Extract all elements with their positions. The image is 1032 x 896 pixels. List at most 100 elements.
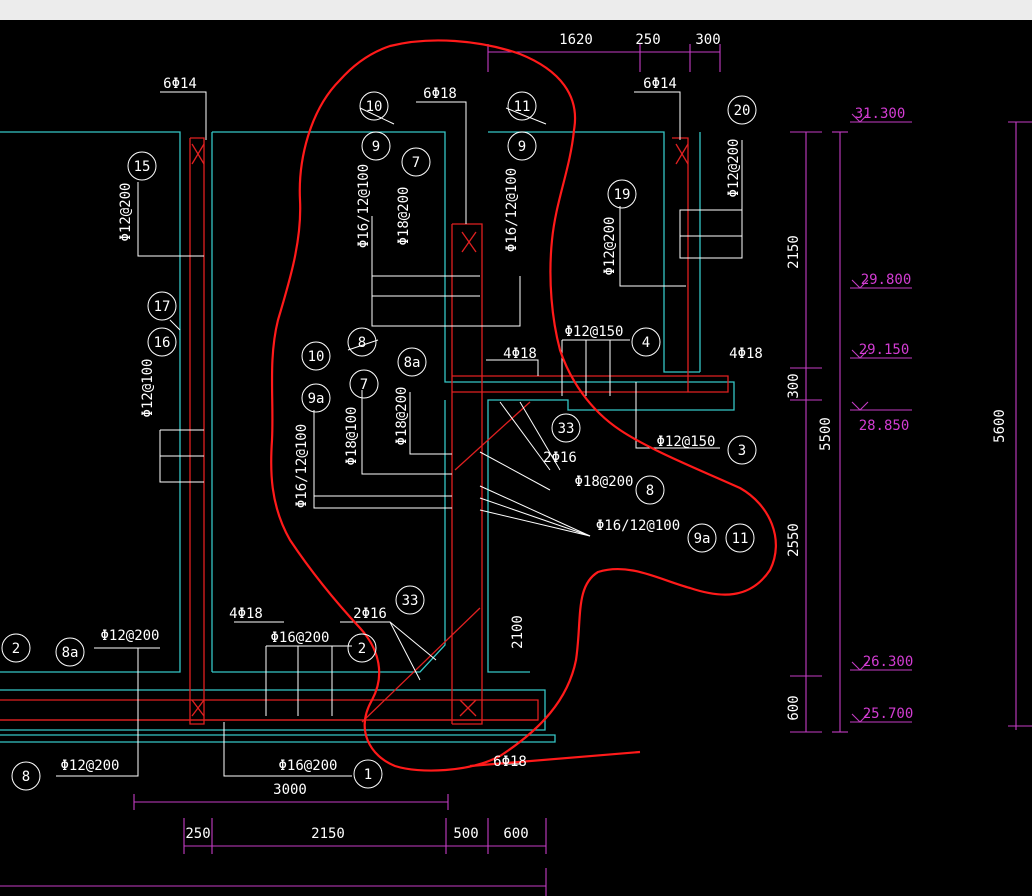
leader	[160, 91, 207, 140]
rebar-note-18: 2Φ16	[543, 450, 577, 466]
leader	[479, 451, 551, 491]
rebar-note-25: Φ12@200	[60, 758, 119, 774]
rebar-note-27: 6Φ18	[493, 754, 527, 770]
dim-bottom-2150: 2150	[311, 826, 345, 842]
dim-5500-label: 5500	[818, 417, 834, 451]
detail-bubble-6: 7	[412, 155, 420, 171]
dim-3000-label: 3000	[273, 782, 307, 798]
detail-bubble-10: 19	[614, 187, 631, 203]
detail-bubble-8: 9	[518, 139, 526, 155]
rebar-note-11: 4Φ18	[503, 346, 537, 362]
elevation-29.150: 29.150	[859, 342, 910, 358]
detail-bubble-17: 33	[558, 421, 575, 437]
detail-bubble-20: 9a	[694, 531, 711, 547]
rebar-note-16: Φ18@100	[344, 406, 360, 465]
rebar-note-9: Φ12@200	[602, 216, 618, 275]
rebar-note-8: Φ16/12@100	[504, 168, 520, 252]
rebar-note-21: Φ12@200	[100, 628, 159, 644]
dim-top-250: 250	[635, 32, 660, 48]
rebar-note-12: Φ12@150	[564, 324, 623, 340]
rebar-note-1: 6Φ14	[163, 76, 197, 92]
leader	[486, 359, 539, 376]
dim-right-600: 600	[786, 695, 802, 720]
rebar-note-22: 4Φ18	[229, 606, 263, 622]
leader	[416, 101, 467, 224]
rebar-note-17: Φ18@200	[394, 386, 410, 445]
detail-bubble-24: 8a	[62, 645, 79, 661]
detail-bubble-3: 16	[154, 335, 171, 351]
rebar-note-3: 6Φ14	[643, 76, 677, 92]
detail-bubble-25: 2	[12, 641, 20, 657]
detail-bubble-9: 20	[734, 103, 751, 119]
base-slab-bottom	[0, 734, 556, 743]
leader	[409, 392, 452, 455]
window-top-bar	[0, 0, 1032, 20]
elevation-28.850: 28.850	[859, 418, 910, 434]
elevation-31.300: 31.300	[855, 106, 906, 122]
elevation-26.300: 26.300	[863, 654, 914, 670]
elevation-triangle	[851, 401, 869, 411]
rebar-note-19: Φ18@200	[574, 474, 633, 490]
dim-2100-label: 2100	[510, 615, 526, 649]
rebar-note-24: 2Φ16	[353, 606, 387, 622]
detail-bubble-2: 17	[154, 299, 171, 315]
detail-bubble-5: 9	[372, 139, 380, 155]
detail-bubble-12: 9a	[308, 391, 325, 407]
rebar-base-top	[0, 699, 539, 721]
slab-outline	[212, 131, 735, 430]
dim-bottom-500: 500	[453, 826, 478, 842]
dim-right-300: 300	[786, 373, 802, 398]
dim-5600-label: 5600	[992, 409, 1008, 443]
detail-bubble-16: 4	[642, 335, 650, 351]
leader	[137, 182, 204, 257]
detail-bubble-27: 1	[364, 767, 372, 783]
detail-bubble-18: 3	[738, 443, 746, 459]
dim-right-2150: 2150	[786, 235, 802, 269]
leader	[479, 509, 591, 537]
leader	[479, 485, 591, 537]
elevation-29.800: 29.800	[861, 272, 912, 288]
detail-bubble-23: 2	[358, 641, 366, 657]
rebar-note-26: Φ16@200	[278, 758, 337, 774]
detail-bubble-15: 8a	[404, 355, 421, 371]
rebar-mid-column	[452, 223, 483, 725]
leader	[56, 648, 139, 777]
leader	[619, 206, 686, 287]
leader	[479, 497, 591, 537]
rebar-beam	[452, 375, 729, 393]
rebar-note-7: Φ18@200	[396, 186, 412, 245]
dim-right-2550: 2550	[786, 523, 802, 557]
leader	[169, 319, 181, 331]
detail-bubble-1: 15	[134, 159, 151, 175]
elevation-25.700: 25.700	[863, 706, 914, 722]
rebar-note-10: Φ12@200	[726, 138, 742, 197]
rebar-right-column	[672, 137, 689, 392]
detail-bubble-22: 33	[402, 593, 419, 609]
detail-bubble-4: 10	[366, 99, 383, 115]
dim-top-1620: 1620	[559, 32, 593, 48]
rebar-note-2: 6Φ18	[423, 86, 457, 102]
dim-bottom-600: 600	[503, 826, 528, 842]
detail-bubble-19: 8	[646, 483, 654, 499]
rebar-note-14: Φ12@150	[656, 434, 715, 450]
leader	[313, 410, 452, 509]
detail-bubble-21: 11	[732, 531, 749, 547]
leader	[634, 91, 681, 140]
dim-bottom-250: 250	[185, 826, 210, 842]
detail-bubble-11: 10	[308, 349, 325, 365]
rebar-note-15: Φ16/12@100	[294, 424, 310, 508]
leader	[389, 621, 437, 661]
detail-bubble-26: 8	[22, 769, 30, 785]
rebar-note-13: 4Φ18	[729, 346, 763, 362]
rebar-note-20: Φ16/12@100	[596, 518, 680, 534]
cad-viewport[interactable]: 1620 250 300 3000 250 2150 500 600 2100 2150 300 25…	[0, 0, 1032, 896]
rebar-note-23: Φ16@200	[270, 630, 329, 646]
dim-top-300: 300	[695, 32, 720, 48]
detail-bubble-14: 7	[360, 377, 368, 393]
rebar-diag	[454, 401, 531, 471]
drawing-canvas[interactable]: 1620 250 3003000250 2150 500 6002100215030025…	[0, 20, 1032, 896]
rebar-note-6: Φ16/12@100	[356, 164, 372, 248]
detail-bubble-7: 11	[514, 99, 531, 115]
rebar-note-4: Φ12@200	[118, 182, 134, 241]
leader	[371, 216, 521, 327]
